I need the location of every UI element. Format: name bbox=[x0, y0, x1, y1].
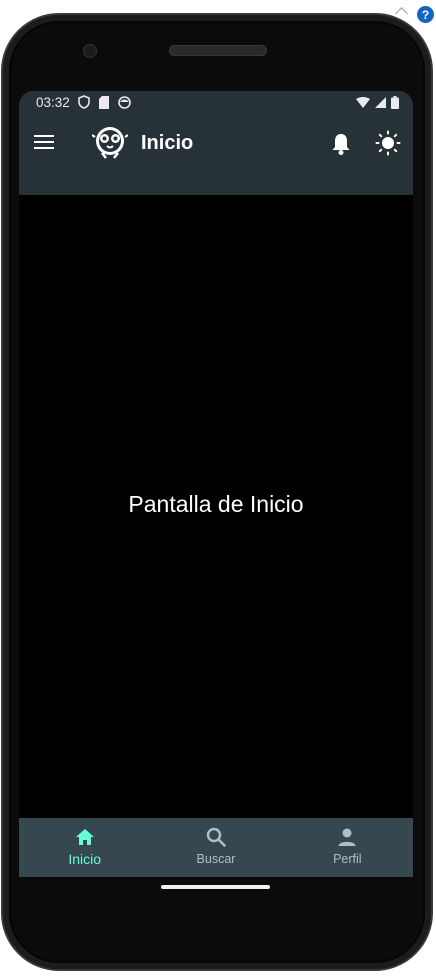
nav-label: Buscar bbox=[196, 852, 236, 866]
status-time: 03:32 bbox=[36, 95, 70, 110]
nav-item-buscar[interactable]: Buscar bbox=[150, 818, 281, 877]
page: ? 03:32 Inicio Pantalla de Inicio Inicio… bbox=[0, 0, 436, 976]
status-bar: 03:32 bbox=[19, 91, 413, 115]
app-title: Inicio bbox=[141, 132, 194, 154]
status-icons-right bbox=[356, 96, 399, 109]
sd-card-icon bbox=[99, 95, 109, 109]
status-icons-left bbox=[78, 95, 131, 109]
menu-icon bbox=[34, 135, 54, 137]
phone-screen: 03:32 Inicio Pantalla de Inicio Inicio B… bbox=[19, 91, 413, 877]
nav-label: Perfil bbox=[333, 852, 362, 866]
battery-icon bbox=[391, 96, 399, 109]
toolbar: Inicio bbox=[19, 119, 413, 169]
person-icon bbox=[338, 828, 356, 846]
menu-button[interactable] bbox=[34, 131, 60, 155]
signal-icon bbox=[375, 97, 386, 108]
help-icon[interactable]: ? bbox=[417, 6, 434, 23]
menu-icon-line bbox=[34, 141, 54, 143]
face-icon bbox=[118, 95, 131, 109]
bell-icon[interactable] bbox=[330, 132, 352, 156]
home-screen-text: Pantalla de Inicio bbox=[128, 491, 304, 517]
nav-label: Inicio bbox=[68, 851, 101, 867]
brightness-icon[interactable] bbox=[375, 130, 401, 156]
menu-icon-line bbox=[34, 147, 54, 149]
wifi-icon bbox=[356, 97, 370, 108]
earpiece-speaker bbox=[169, 45, 267, 56]
nav-item-inicio[interactable]: Inicio bbox=[19, 818, 150, 877]
home-icon bbox=[75, 829, 94, 845]
front-camera bbox=[83, 44, 97, 58]
nav-item-perfil[interactable]: Perfil bbox=[282, 818, 413, 877]
shield-icon bbox=[78, 95, 90, 109]
search-icon bbox=[206, 827, 226, 847]
logo-icon bbox=[92, 127, 128, 159]
app-bar: 03:32 Inicio bbox=[19, 91, 413, 195]
home-indicator[interactable] bbox=[161, 885, 270, 889]
bottom-navigation: Inicio Buscar Perfil bbox=[19, 818, 413, 877]
